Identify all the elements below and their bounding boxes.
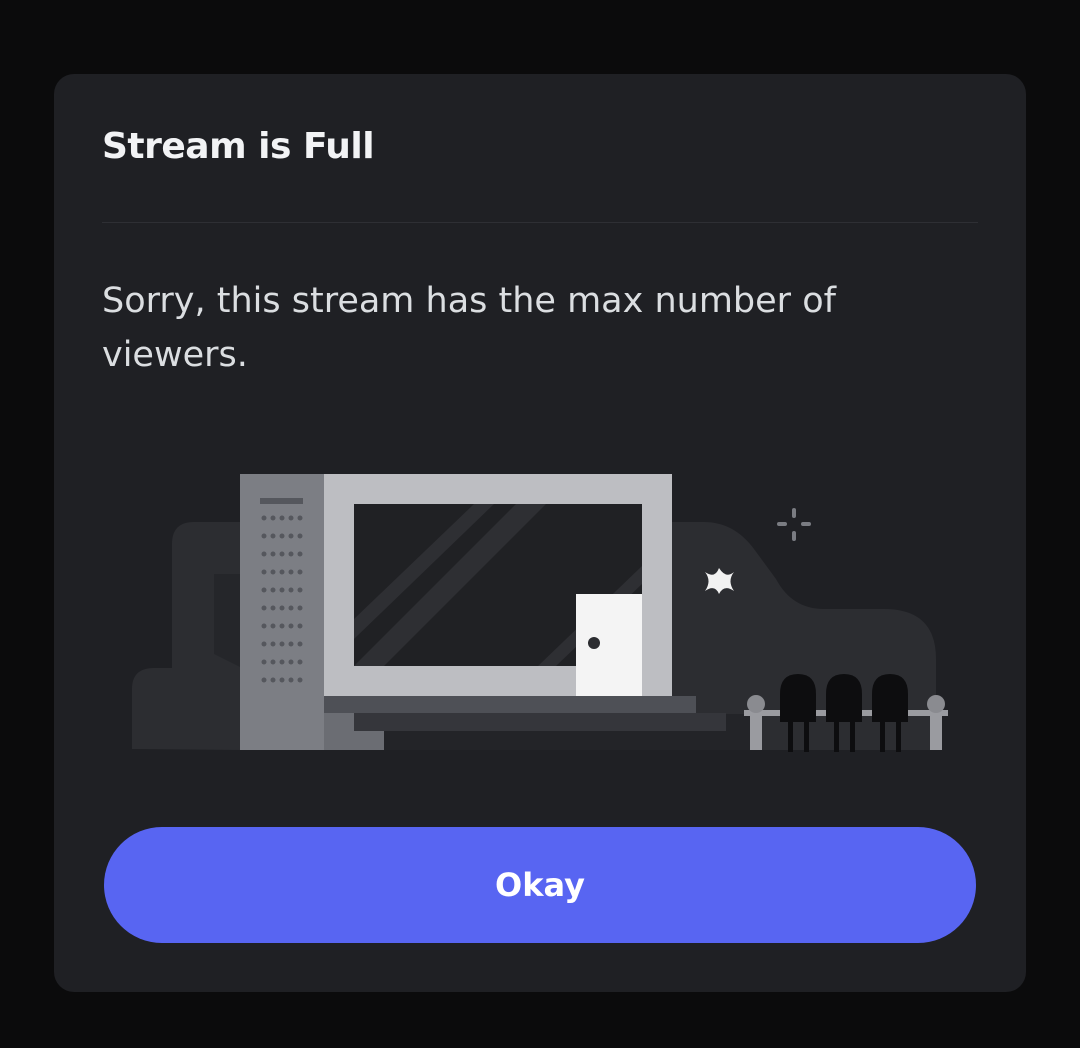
floor xyxy=(354,714,754,750)
audience-silhouettes xyxy=(780,674,908,752)
stage-step-bottom xyxy=(354,713,726,731)
rail-cap-right xyxy=(927,695,945,713)
screen-glare-1 xyxy=(354,504,494,639)
speaker-tower xyxy=(240,474,384,750)
title-divider xyxy=(102,222,978,223)
door-knob xyxy=(588,637,600,649)
screen-display xyxy=(354,504,642,666)
rail-post-right xyxy=(930,716,942,750)
dialog-message: Sorry, this stream has the max number of… xyxy=(102,281,836,375)
speaker-slot xyxy=(260,498,303,504)
screen-frame xyxy=(324,474,672,696)
background-blob xyxy=(132,522,240,750)
okay-button[interactable]: Okay xyxy=(104,827,976,943)
speaker-tower-shade xyxy=(324,474,384,750)
speaker-grille xyxy=(261,515,303,683)
spark-burst-icon xyxy=(705,568,734,594)
dialog-title: Stream is Full xyxy=(102,126,375,167)
stream-full-dialog: Stream is Full Sorry, this stream has th… xyxy=(54,74,1026,992)
background-blob-inner xyxy=(214,574,254,674)
rail-post-left xyxy=(750,716,762,750)
door-icon xyxy=(576,594,642,696)
stage-step-top xyxy=(324,696,696,713)
rail-cap-left xyxy=(747,695,765,713)
background-blob-right xyxy=(672,522,936,750)
screen-glare-3 xyxy=(538,566,642,666)
sparkle-icon xyxy=(777,508,811,541)
screen-glare-2 xyxy=(354,504,546,666)
rail-bar xyxy=(744,710,948,716)
